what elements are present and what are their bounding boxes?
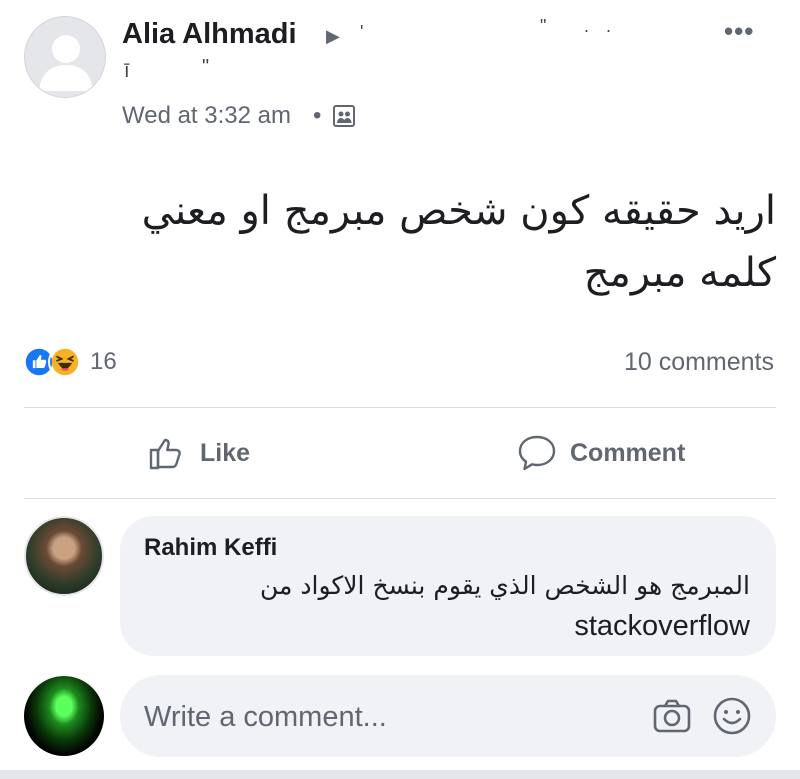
like-icon <box>149 438 181 470</box>
group-icon[interactable] <box>332 104 356 128</box>
more-options-icon[interactable]: ••• <box>724 16 754 47</box>
shared-to-arrow-icon: ▶ <box>326 26 340 46</box>
default-avatar-icon <box>39 35 93 91</box>
current-user-avatar[interactable] <box>24 676 104 756</box>
emoji-icon[interactable] <box>712 696 752 736</box>
time-separator: • <box>313 102 322 129</box>
like-label: Like <box>200 438 251 467</box>
comment-icon <box>518 435 556 471</box>
comment-button[interactable]: Comment <box>516 430 685 476</box>
blurred-text: . . <box>584 16 618 36</box>
commenter-name[interactable]: Rahim Keffi <box>144 534 277 562</box>
comment-label: Comment <box>570 438 686 467</box>
post-author-name[interactable]: Alia Alhmadi <box>122 18 297 51</box>
blurred-subtext: " <box>202 56 210 78</box>
divider <box>24 407 776 408</box>
camera-icon[interactable] <box>652 696 692 736</box>
blurred-text: " <box>540 16 553 36</box>
divider <box>24 498 776 499</box>
commenter-avatar[interactable] <box>24 516 104 596</box>
bottom-divider <box>0 770 800 779</box>
blurred-subtext: ī <box>124 60 130 82</box>
haha-reaction-icon <box>48 345 82 379</box>
like-button[interactable]: Like <box>146 430 250 476</box>
post-timestamp[interactable]: Wed at 3:32 am <box>122 102 291 130</box>
reactions-summary[interactable]: 16 <box>22 344 117 380</box>
author-avatar[interactable] <box>24 16 106 98</box>
post-text-line: كلمه مبرمج <box>583 250 776 296</box>
comments-count-link[interactable]: 10 comments <box>624 348 774 377</box>
post-body-text: اريد حقيقه كون شخص مبرمج او معني كلمه مب… <box>56 180 776 304</box>
comment-text: stackoverflow <box>574 610 750 642</box>
reaction-count: 16 <box>90 348 117 375</box>
comment-text: المبرمج هو الشخص الذي يقوم بنسخ الاكواد … <box>260 571 750 600</box>
comment-input[interactable] <box>144 697 624 737</box>
blurred-text: ' <box>360 22 370 42</box>
post-text-line: اريد حقيقه كون شخص مبرمج او معني <box>141 188 776 234</box>
